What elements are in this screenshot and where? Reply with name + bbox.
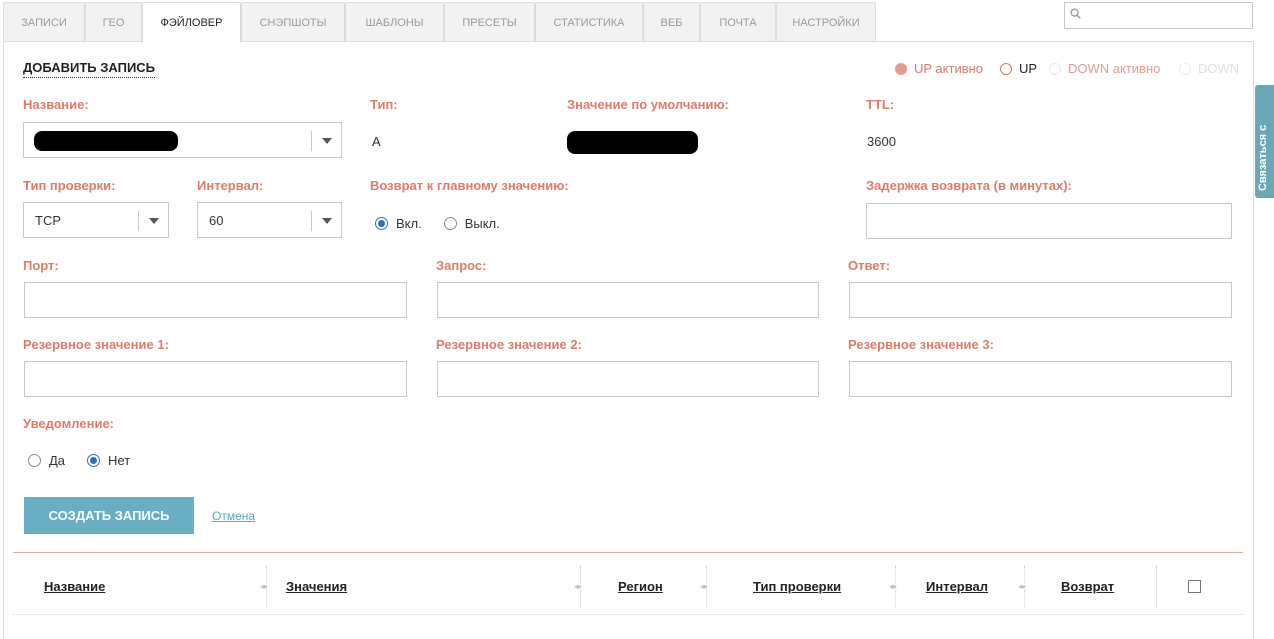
tab-records[interactable]: ЗАПИСИ	[3, 2, 85, 42]
tab-statistics[interactable]: СТАТИСТИКА	[535, 2, 643, 42]
backup1-input[interactable]	[24, 361, 407, 397]
return-off-label: Выкл.	[464, 216, 500, 231]
delay-label: Задержка возврата (в минутах):	[866, 178, 1072, 193]
notify-radio-group: Да Нет	[28, 453, 152, 468]
th-name[interactable]: Название	[44, 579, 105, 594]
legend-down-active: DOWN активно	[1049, 61, 1160, 76]
request-label: Запрос:	[436, 258, 487, 273]
th-region[interactable]: Регион	[618, 579, 663, 594]
up-active-dot-icon	[895, 62, 907, 75]
legend-down: DOWN	[1179, 61, 1239, 76]
notify-label: Уведомление:	[23, 416, 114, 431]
search-box[interactable]	[1064, 2, 1253, 29]
search-input[interactable]	[1085, 6, 1249, 25]
port-label: Порт:	[23, 258, 59, 273]
type-value: A	[372, 134, 381, 149]
table-row-divider	[13, 614, 1243, 615]
backup3-input[interactable]	[849, 361, 1232, 397]
name-select[interactable]	[23, 122, 342, 158]
search-icon	[1070, 8, 1081, 19]
port-input[interactable]	[24, 282, 407, 318]
redacted-name	[34, 131, 178, 151]
interval-value: 60	[209, 212, 224, 228]
tab-settings[interactable]: НАСТРОЙКИ	[776, 2, 876, 42]
notify-no-label: Нет	[108, 453, 131, 468]
answer-label: Ответ:	[848, 258, 891, 273]
backup1-label: Резервное значение 1:	[23, 337, 169, 352]
request-input[interactable]	[437, 282, 819, 318]
legend-up-active: UP активно	[895, 61, 983, 76]
notify-yes-label: Да	[49, 453, 66, 468]
backup2-label: Резервное значение 2:	[436, 337, 582, 352]
type-label: Тип:	[370, 97, 398, 112]
chevron-down-icon	[322, 218, 332, 224]
check-type-select[interactable]: TCP	[23, 202, 169, 238]
down-active-dot-icon	[1049, 62, 1061, 75]
contact-side-tab-label: Связаться с	[1257, 124, 1269, 191]
th-interval[interactable]: Интервал	[926, 579, 988, 594]
name-label: Название:	[23, 97, 89, 112]
legend-up: UP	[1000, 61, 1037, 76]
tab-mail[interactable]: ПОЧТА	[700, 2, 776, 42]
chevron-down-icon	[149, 218, 159, 224]
tab-failover[interactable]: ФЭЙЛОВЕР	[142, 2, 241, 43]
interval-label: Интервал:	[197, 178, 264, 193]
ttl-label: TTL:	[866, 97, 895, 112]
tab-geo[interactable]: ГЕО	[85, 2, 142, 42]
return-label: Возврат к главному значению:	[370, 178, 569, 193]
select-all-checkbox[interactable]	[1188, 580, 1201, 593]
backup2-input[interactable]	[437, 361, 819, 397]
return-off-radio[interactable]	[443, 217, 457, 230]
tab-bar: ЗАПИСИ ГЕО ФЭЙЛОВЕР СНЭПШОТЫ ШАБЛОНЫ ПРЕ…	[3, 2, 876, 43]
th-return[interactable]: Возврат	[1061, 579, 1114, 594]
section-divider	[13, 552, 1243, 553]
check-type-label: Тип проверки:	[23, 178, 116, 193]
create-record-button[interactable]: СОЗДАТЬ ЗАПИСЬ	[24, 497, 194, 534]
redacted-default-value	[567, 131, 698, 154]
chevron-down-icon	[322, 138, 332, 144]
check-type-value: TCP	[35, 212, 61, 228]
down-dot-icon	[1179, 62, 1191, 75]
up-dot-icon	[1000, 62, 1012, 75]
th-check-type[interactable]: Тип проверки	[753, 579, 841, 594]
tab-templates[interactable]: ШАБЛОНЫ	[345, 2, 444, 42]
return-on-label: Вкл.	[396, 216, 422, 231]
cancel-link[interactable]: Отмена	[212, 509, 255, 523]
tab-snapshots[interactable]: СНЭПШОТЫ	[241, 2, 345, 42]
return-radio-group: Вкл. Выкл.	[375, 216, 522, 231]
backup3-label: Резервное значение 3:	[848, 337, 994, 352]
notify-yes-radio[interactable]	[28, 454, 41, 467]
contact-side-tab[interactable]: Связаться с	[1255, 85, 1274, 198]
answer-input[interactable]	[849, 282, 1232, 318]
tab-presets[interactable]: ПРЕСЕТЫ	[444, 2, 535, 42]
ttl-value: 3600	[867, 134, 896, 149]
notify-no-radio[interactable]	[87, 454, 101, 467]
delay-input[interactable]	[866, 203, 1232, 239]
form-title[interactable]: ДОБАВИТЬ ЗАПИСЬ	[23, 60, 156, 78]
return-on-radio[interactable]	[375, 217, 388, 230]
tab-web[interactable]: ВЕБ	[643, 2, 700, 42]
interval-select[interactable]: 60	[197, 202, 342, 238]
th-values[interactable]: Значения	[286, 579, 347, 594]
default-value-label: Значение по умолчанию:	[567, 97, 729, 112]
